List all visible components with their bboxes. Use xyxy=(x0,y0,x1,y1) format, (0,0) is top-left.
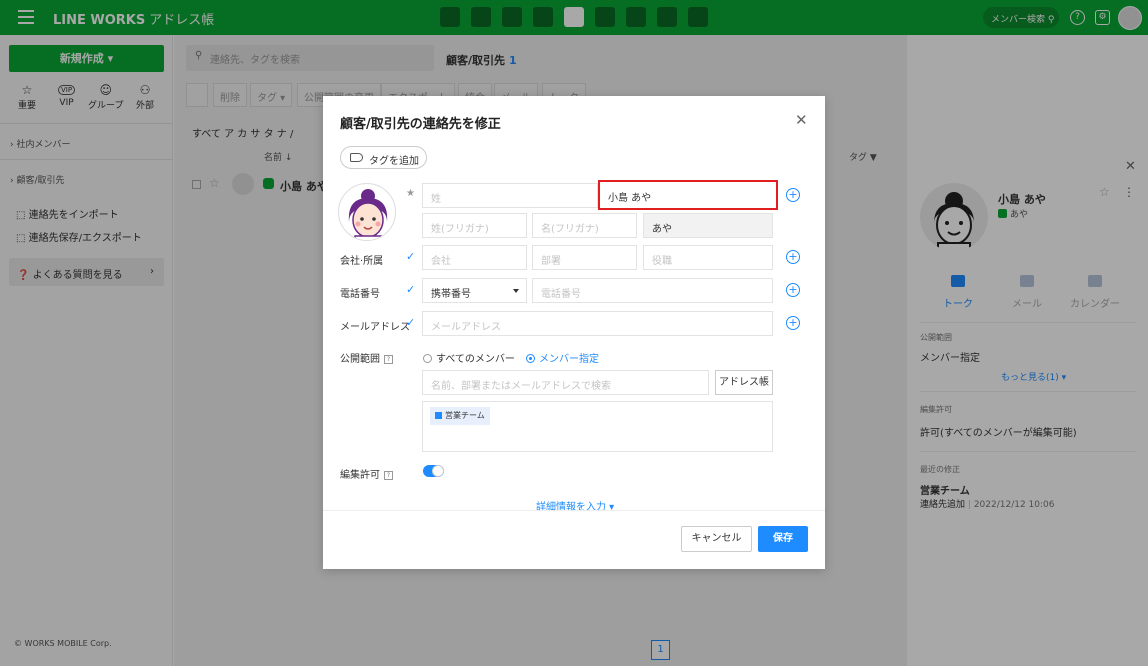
tag-icon xyxy=(350,153,363,162)
phone-number-input[interactable]: 電話番号 xyxy=(532,278,773,303)
first-name-kana-input[interactable]: 名(フリガナ) xyxy=(532,213,637,238)
scope-label: 公開範囲? xyxy=(340,350,393,365)
scope-specified-members-radio[interactable]: メンバー指定 xyxy=(526,350,599,365)
job-title-input[interactable]: 役職 xyxy=(643,245,773,270)
edit-permission-label: 編集許可? xyxy=(340,466,393,481)
recent-edit-label: 最近の修正 xyxy=(920,465,960,474)
edit-permission-toggle[interactable] xyxy=(423,465,444,477)
last-name-kana-input[interactable]: 姓(フリガナ) xyxy=(422,213,527,238)
line-icon xyxy=(998,209,1007,218)
calendar-icon xyxy=(1088,275,1102,287)
dialog-title: 顧客/取引先の連絡先を修正 xyxy=(340,117,501,132)
first-name-input[interactable]: 小島 あや xyxy=(598,180,778,210)
detail-talk-action[interactable]: トーク xyxy=(928,275,988,310)
dropdown-arrow-icon xyxy=(513,289,519,293)
team-icon xyxy=(435,412,442,419)
mail-icon xyxy=(1020,275,1034,287)
close-icon[interactable]: ✕ xyxy=(1125,159,1136,174)
contact-photo[interactable] xyxy=(338,183,396,241)
address-book-button[interactable]: アドレス帳 xyxy=(715,370,773,395)
company-label: 会社·所属 xyxy=(340,256,384,267)
recent-activity: 連絡先追加 | 2022/12/12 10:06 xyxy=(920,500,1055,510)
talk-icon xyxy=(951,275,965,287)
cancel-button[interactable]: キャンセル xyxy=(681,526,752,552)
email-input[interactable]: メールアドレス xyxy=(422,311,773,336)
scope-all-members-radio[interactable]: すべてのメンバー xyxy=(423,350,515,365)
member-search-input[interactable]: 名前、部署またはメールアドレスで検索 xyxy=(422,370,709,395)
department-input[interactable]: 部署 xyxy=(532,245,637,270)
edit-contact-dialog: 顧客/取引先の連絡先を修正 ✕ タグを追加 ★ 姓 小島 あや + 姓(フリガナ… xyxy=(323,96,825,569)
contact-avatar xyxy=(920,183,988,251)
required-star-icon: ★ xyxy=(406,188,415,199)
add-name-plus-icon[interactable]: + xyxy=(786,188,800,202)
divider xyxy=(920,451,1136,452)
edit-permission-label: 編集許可 xyxy=(920,405,952,414)
divider xyxy=(920,391,1136,392)
team-chip[interactable]: 営業チーム xyxy=(430,407,490,425)
last-name-input[interactable]: 姓 xyxy=(422,183,598,208)
detail-mail-action[interactable]: メール xyxy=(997,275,1057,310)
edit-permission-value: 許可(すべてのメンバーが編集可能) xyxy=(920,428,1077,439)
scope-label: 公開範囲 xyxy=(920,333,952,342)
phone-label: 電話番号 xyxy=(340,289,380,300)
save-button[interactable]: 保存 xyxy=(758,526,808,552)
phone-check-icon: ✓ xyxy=(406,283,416,296)
show-more-link[interactable]: もっと見る(1) ▾ xyxy=(1001,370,1066,383)
phone-type-select[interactable]: 携帯番号 xyxy=(422,278,527,303)
contact-name: 小島 あや xyxy=(998,193,1046,206)
contact-nickname: あや xyxy=(998,207,1028,220)
company-check-icon: ✓ xyxy=(406,250,416,263)
email-check-icon: ✓ xyxy=(406,316,416,329)
add-tag-button[interactable]: タグを追加 xyxy=(340,146,427,169)
selected-members-box: 営業チーム xyxy=(422,401,773,452)
close-dialog-icon[interactable]: ✕ xyxy=(795,111,808,129)
scope-value: メンバー指定 xyxy=(920,353,980,364)
nickname-input[interactable]: あや xyxy=(643,213,773,238)
detail-calendar-action[interactable]: カレンダー xyxy=(1065,275,1125,310)
contact-detail-panel: ✕ 小島 あや あや ☆ ⋮ トーク メール カレンダー 公開範囲 メンバー指定… xyxy=(907,145,1148,666)
edit-help-icon[interactable]: ? xyxy=(384,471,393,480)
add-company-plus-icon[interactable]: + xyxy=(786,250,800,264)
email-label: メールアドレス xyxy=(340,322,410,333)
divider xyxy=(920,322,1136,323)
more-options-icon[interactable]: ⋮ xyxy=(1123,185,1135,199)
scope-help-icon[interactable]: ? xyxy=(384,355,393,364)
divider xyxy=(323,510,825,511)
add-email-plus-icon[interactable]: + xyxy=(786,316,800,330)
add-phone-plus-icon[interactable]: + xyxy=(786,283,800,297)
star-icon[interactable]: ☆ xyxy=(1099,185,1110,199)
recent-team: 営業チーム xyxy=(920,486,970,497)
company-input[interactable]: 会社 xyxy=(422,245,527,270)
